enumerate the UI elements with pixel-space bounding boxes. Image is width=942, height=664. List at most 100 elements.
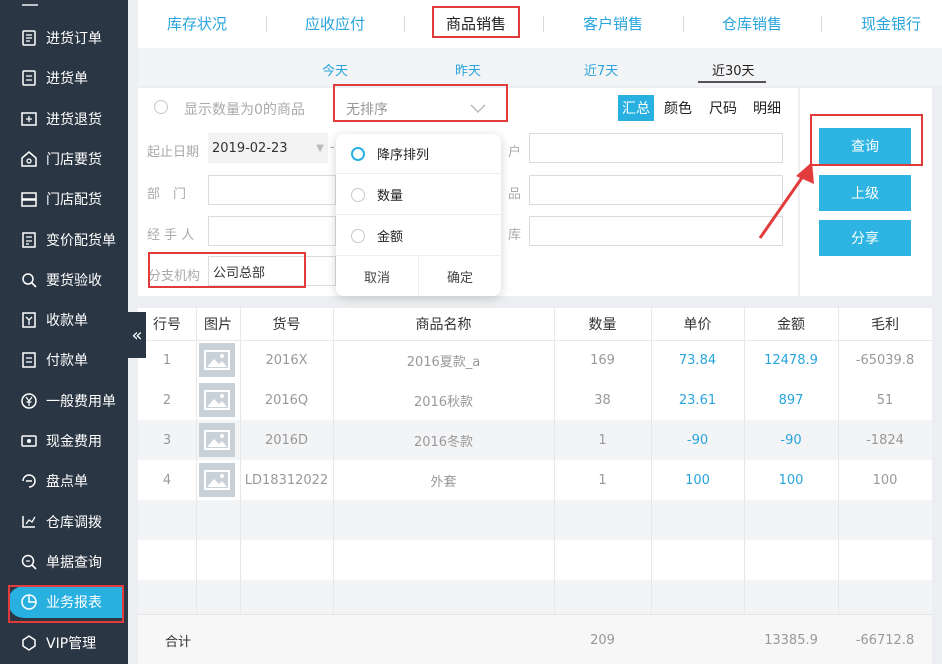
mode-size[interactable]: 尺码 [709, 98, 737, 118]
sort-option-quantity[interactable]: 数量 [336, 175, 501, 215]
chevron-down-icon [470, 104, 486, 114]
date-tab-30days[interactable]: 近30天 [712, 60, 755, 79]
image-placeholder-icon[interactable] [199, 343, 235, 377]
sidebar-item[interactable]: 一般费用单 [0, 381, 128, 421]
sidebar-item[interactable]: 现金费用 [0, 421, 128, 461]
mode-color[interactable]: 颜色 [664, 98, 692, 118]
sidebar-collapse-button[interactable]: « [128, 312, 146, 358]
table-cell-profit: -1824 [866, 432, 904, 448]
date-tab-yesterday[interactable]: 昨天 [455, 60, 481, 79]
total-qty: 209 [590, 632, 615, 648]
date-tab-7days[interactable]: 近7天 [584, 60, 618, 79]
sidebar-item[interactable]: 业务报表 [0, 582, 128, 622]
sidebar-item-label: 进货订单 [46, 31, 102, 47]
tab-product-sales[interactable]: 商品销售 [434, 8, 518, 38]
tab-divider [543, 16, 544, 32]
sidebar-item[interactable]: 门店配货 [0, 179, 128, 219]
return-icon [20, 110, 38, 128]
col-header-qty: 数量 [588, 317, 617, 333]
image-placeholder-icon[interactable] [199, 423, 235, 457]
sidebar-item[interactable]: 进货退货 [0, 99, 128, 139]
branch-input[interactable]: 公司总部 [208, 256, 336, 286]
dropdown-cancel-button[interactable]: 取消 [336, 256, 418, 296]
sidebar-item[interactable]: 进货单 [0, 58, 128, 98]
share-button[interactable]: 分享 [819, 220, 911, 256]
tab-receivable-payable[interactable]: 应收应付 [290, 8, 380, 38]
tab-inventory-status[interactable]: 库存状况 [152, 8, 242, 38]
table-cell-name: 2016夏款_a [406, 354, 481, 370]
warehouse-input[interactable] [529, 216, 783, 246]
sidebar-item[interactable]: 门店要货 [0, 139, 128, 179]
dropdown-confirm-button[interactable]: 确定 [419, 256, 501, 296]
mode-summary[interactable]: 汇总 [618, 95, 654, 121]
department-label: 部 门 [147, 187, 187, 202]
radio-icon [351, 187, 365, 202]
table-footer: 合计 209 13385.9 -66712.8 [138, 614, 932, 664]
sort-option-label: 降序排列 [377, 148, 430, 163]
sales-table: 行号 图片 货号 商品名称 数量 单价 金额 毛利 1 2016X 2016夏款_a… [138, 308, 932, 664]
tab-divider [683, 16, 684, 32]
table-cell-amount: 897 [778, 392, 804, 408]
date-separator: - [330, 140, 335, 155]
sidebar: 进货订单进货单 进货退货门店要货门店配货变价配货单要货验收 收款单 付款单 一般费用单现… [0, 0, 128, 664]
sidebar-item-label: 业务报表 [46, 595, 102, 612]
sidebar-item[interactable]: 进货订单 [0, 18, 128, 58]
customer-input[interactable] [529, 133, 783, 163]
table-cell-amount: -90 [780, 432, 802, 448]
col-divider [196, 308, 197, 614]
sidebar-item[interactable]: VIP管理 [0, 623, 128, 663]
action-panel: 查询 上级 分享 [800, 88, 932, 296]
col-header-name: 商品名称 [415, 317, 472, 333]
sidebar-item-label: 变价配货单 [46, 232, 116, 249]
table-cell-name: 外套 [430, 474, 457, 490]
sort-dropdown: 降序排列 数量 金额 取消 确定 [336, 134, 501, 296]
tab-customer-sales[interactable]: 客户销售 [568, 8, 658, 38]
mode-detail[interactable]: 明细 [753, 98, 781, 118]
date-tab-today[interactable]: 今天 [322, 60, 348, 79]
date-range-label: 起止日期 [147, 145, 200, 160]
row-stripe [138, 500, 932, 540]
image-placeholder-icon[interactable] [199, 463, 235, 497]
show-zero-radio[interactable] [154, 100, 168, 114]
handler-input[interactable] [208, 216, 336, 246]
sidebar-item[interactable]: 付款单 [0, 340, 128, 380]
sidebar-item[interactable]: 单据查询 [0, 542, 128, 582]
col-header-row-no: 行号 [153, 317, 181, 333]
query-button[interactable]: 查询 [819, 128, 911, 164]
table-cell-code: 2016X [265, 352, 308, 368]
price-change-icon [20, 231, 38, 249]
date-start-input[interactable]: 2019-02-23 ▼ [208, 133, 328, 163]
tab-divider [404, 16, 405, 32]
sort-select[interactable]: 无排序 [338, 94, 504, 124]
product-input[interactable] [529, 175, 783, 205]
transfer-icon [20, 513, 38, 531]
sidebar-item[interactable]: 收款单 [0, 300, 128, 340]
tab-cash-bank[interactable]: 现金银行 [846, 8, 936, 38]
annotation-arrow [758, 162, 814, 239]
department-input[interactable] [208, 175, 336, 205]
sort-select-value: 无排序 [346, 102, 388, 118]
sidebar-item[interactable]: 要货验收 [0, 260, 128, 300]
sort-option-amount[interactable]: 金额 [336, 216, 501, 256]
table-cell-qty: 1 [598, 432, 607, 448]
inspection-icon [20, 271, 38, 289]
show-zero-label: 显示数量为0的商品 [184, 102, 305, 118]
table-cell-qty: 38 [594, 392, 611, 408]
table-cell-no: 4 [162, 472, 172, 488]
sidebar-item[interactable]: 盘点单 [0, 461, 128, 501]
sort-option-descending[interactable]: 降序排列 [336, 134, 501, 174]
col-header-profit: 毛利 [871, 317, 899, 333]
image-placeholder-icon[interactable] [199, 383, 235, 417]
total-profit: -66712.8 [855, 632, 915, 648]
sort-option-label: 数量 [377, 189, 404, 204]
inventory-check-icon [20, 472, 38, 490]
sidebar-item[interactable]: 变价配货单 [0, 220, 128, 260]
table-cell-amount: 12478.9 [764, 352, 818, 368]
cart-order-icon [20, 29, 38, 47]
sidebar-item-label: 门店要货 [46, 151, 102, 168]
row-stripe [138, 580, 932, 614]
customer-label: 户 [508, 145, 522, 160]
tab-warehouse-sales[interactable]: 仓库销售 [707, 8, 797, 38]
up-level-button[interactable]: 上级 [819, 175, 911, 211]
sidebar-item[interactable]: 仓库调拨 [0, 502, 128, 542]
